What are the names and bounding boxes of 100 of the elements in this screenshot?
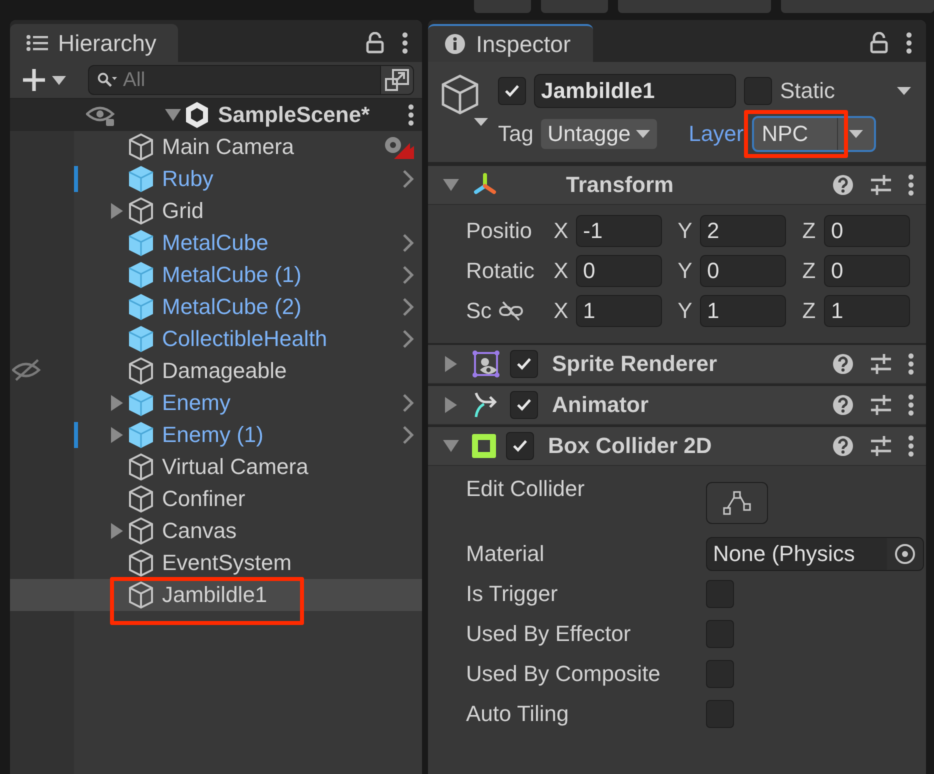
chevron-right-icon[interactable]	[402, 329, 414, 349]
eye-icon[interactable]	[86, 104, 116, 126]
object-name-field[interactable]: Jambildle1	[534, 74, 736, 108]
help-icon[interactable]	[832, 394, 854, 416]
field-label: Positio	[466, 218, 532, 244]
checkbox[interactable]	[706, 620, 734, 648]
hierarchy-item[interactable]: Grid	[74, 195, 422, 227]
object-field[interactable]: None (Physics	[706, 537, 924, 571]
field-label: Sc	[466, 298, 492, 324]
hierarchy-item[interactable]: Enemy	[74, 387, 422, 419]
enabled-checkbox[interactable]	[510, 391, 538, 419]
number-field[interactable]: 1	[576, 295, 662, 327]
component-header[interactable]: Box Collider 2D	[428, 425, 926, 466]
chevron-right-icon[interactable]	[402, 169, 414, 189]
property-label: Used By Composite	[466, 661, 662, 687]
expand-arrow-icon[interactable]	[444, 396, 458, 414]
component-header[interactable]: Animator	[428, 384, 926, 425]
cube-icon	[128, 197, 154, 225]
hierarchy-item[interactable]: MetalCube (1)	[74, 259, 422, 291]
number-field[interactable]: 0	[824, 255, 910, 287]
edit-collider-button[interactable]	[706, 482, 768, 524]
more-options-icon[interactable]	[408, 104, 414, 126]
help-icon[interactable]	[832, 435, 854, 457]
number-field[interactable]: 2	[700, 215, 786, 247]
expand-arrow-icon[interactable]	[110, 426, 124, 444]
property-label: Edit Collider	[466, 476, 586, 502]
enabled-checkbox[interactable]	[510, 350, 538, 378]
sliders-icon[interactable]	[870, 394, 892, 416]
collapse-arrow-icon[interactable]	[442, 178, 460, 192]
chevron-right-icon[interactable]	[402, 393, 414, 413]
hierarchy-item[interactable]: Main Camera	[74, 131, 422, 163]
hidden-eye-icon[interactable]	[12, 359, 42, 381]
axis-label: Z	[801, 258, 817, 284]
more-options-icon[interactable]	[906, 32, 912, 54]
tag-dropdown[interactable]: Untagge	[541, 119, 657, 149]
collapse-arrow-icon[interactable]	[442, 439, 460, 453]
more-options-icon[interactable]	[908, 174, 914, 196]
more-options-icon[interactable]	[908, 435, 914, 457]
more-options-icon[interactable]	[402, 32, 408, 54]
checkbox[interactable]	[706, 660, 734, 688]
lock-icon[interactable]	[870, 32, 888, 54]
expand-window-icon[interactable]	[385, 69, 409, 91]
search-field[interactable]: All	[88, 65, 414, 95]
component-header[interactable]: Transform	[428, 164, 926, 205]
expand-arrow-icon[interactable]	[110, 394, 124, 412]
more-options-icon[interactable]	[908, 353, 914, 375]
layer-dropdown[interactable]: NPC	[752, 116, 876, 152]
checkbox[interactable]	[706, 700, 734, 728]
enabled-checkbox[interactable]	[506, 432, 534, 460]
collapse-arrow-icon[interactable]	[164, 108, 182, 122]
hierarchy-item[interactable]: Virtual Camera	[74, 451, 422, 483]
number-field[interactable]: 1	[700, 295, 786, 327]
scene-icon	[184, 101, 210, 129]
layer-label: Layer	[688, 121, 744, 147]
help-icon[interactable]	[832, 174, 854, 196]
cube-icon	[128, 325, 154, 353]
object-picker-icon[interactable]	[894, 543, 916, 565]
help-icon[interactable]	[832, 353, 854, 375]
chevron-right-icon[interactable]	[402, 265, 414, 285]
number-field[interactable]: 0	[824, 215, 910, 247]
component-header[interactable]: Sprite Renderer	[428, 343, 926, 384]
sliders-icon[interactable]	[870, 353, 892, 375]
search-input[interactable]: All	[121, 68, 376, 92]
axis-label: X	[552, 258, 570, 284]
caret-icon[interactable]	[896, 86, 912, 96]
sliders-icon[interactable]	[870, 435, 892, 457]
number-field[interactable]: 0	[576, 255, 662, 287]
unlinked-icon[interactable]	[498, 301, 524, 321]
plus-icon	[22, 68, 46, 92]
hierarchy-item[interactable]: Ruby	[74, 163, 422, 195]
sliders-icon[interactable]	[870, 174, 892, 196]
property-label: Auto Tiling	[466, 701, 570, 727]
hierarchy-item[interactable]: EventSystem	[74, 547, 422, 579]
number-field[interactable]: -1	[576, 215, 662, 247]
scene-row[interactable]: SampleScene*	[10, 99, 422, 131]
add-menu-button[interactable]	[22, 68, 66, 92]
cube-icon[interactable]	[440, 74, 488, 126]
chevron-right-icon[interactable]	[402, 297, 414, 317]
number-field[interactable]: 0	[700, 255, 786, 287]
hierarchy-item[interactable]: Enemy (1)	[74, 419, 422, 451]
active-checkbox[interactable]	[498, 77, 526, 105]
hierarchy-item[interactable]: CollectibleHealth	[74, 323, 422, 355]
more-options-icon[interactable]	[908, 394, 914, 416]
number-field[interactable]: 1	[824, 295, 910, 327]
checkbox[interactable]	[706, 580, 734, 608]
lock-icon[interactable]	[366, 32, 384, 54]
expand-arrow-icon[interactable]	[444, 355, 458, 373]
hierarchy-item[interactable]: MetalCube (2)	[74, 291, 422, 323]
expand-arrow-icon[interactable]	[110, 522, 124, 540]
expand-arrow-icon[interactable]	[110, 202, 124, 220]
hierarchy-item[interactable]: Canvas	[74, 515, 422, 547]
static-checkbox[interactable]	[744, 77, 772, 105]
hierarchy-tab[interactable]: Hierarchy	[10, 24, 178, 62]
chevron-right-icon[interactable]	[402, 233, 414, 253]
hierarchy-item[interactable]: Confiner	[74, 483, 422, 515]
chevron-right-icon[interactable]	[402, 425, 414, 445]
hierarchy-item[interactable]: MetalCube	[74, 227, 422, 259]
hierarchy-item[interactable]: Jambildle1	[10, 579, 422, 611]
hierarchy-item[interactable]: Damageable	[74, 355, 422, 387]
inspector-tab[interactable]: Inspector	[428, 24, 593, 62]
